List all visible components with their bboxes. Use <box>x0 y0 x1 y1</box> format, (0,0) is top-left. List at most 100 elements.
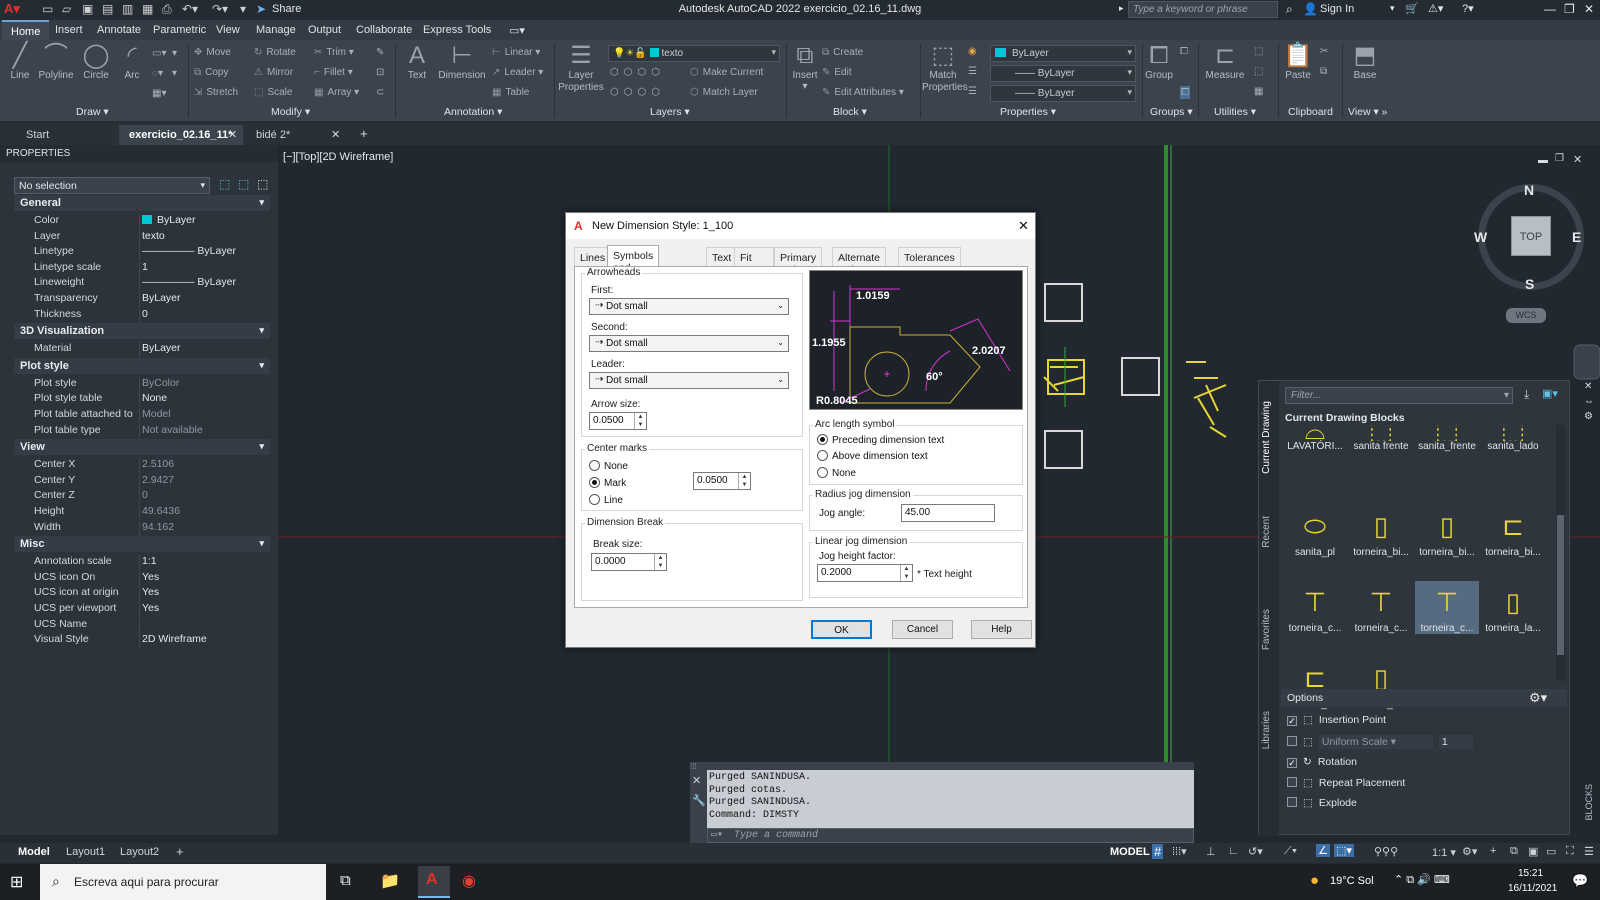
close-tab-icon[interactable]: ✕ <box>331 128 340 141</box>
block-item[interactable]: ▯ torneira_la... <box>1481 581 1545 634</box>
weather-text[interactable]: 19°C Sol <box>1330 875 1374 887</box>
workspace-gear-icon[interactable]: ⚙▾ <box>1462 845 1477 858</box>
property-value[interactable]: ByLayer <box>139 342 269 358</box>
spinner-icon[interactable]: ▲ ▼ <box>634 413 646 429</box>
compass-s[interactable]: S <box>1525 276 1534 292</box>
property-row[interactable]: Material ByLayer <box>14 340 270 358</box>
dtab-primary-units[interactable]: Primary Units <box>774 247 823 276</box>
draw-extra-1-icon[interactable]: ▾ <box>172 48 177 59</box>
insert-button[interactable]: ⧉ Insert ▾ <box>790 42 820 92</box>
fullscreen-icon[interactable]: ⛶ <box>1566 845 1574 858</box>
view-panel-title[interactable]: View ▾ » <box>1348 106 1388 122</box>
search-icon[interactable]: ⌕ <box>1286 2 1293 17</box>
command-close-icon[interactable]: ✕ <box>692 774 701 787</box>
dtab-tolerances[interactable]: Tolerances <box>898 247 961 266</box>
copy-button[interactable]: ⧉ Copy <box>194 67 229 78</box>
leader-button[interactable]: ↗ Leader ▾ <box>492 67 543 78</box>
side-tab-libraries[interactable]: Libraries <box>1261 711 1272 749</box>
measure-button[interactable]: ⊏ Measure <box>1204 42 1246 81</box>
edit-block-button[interactable]: ✎ Edit <box>822 67 852 78</box>
jog-angle-input[interactable]: 45.00 <box>901 504 995 522</box>
category-header[interactable]: General ▾ <box>14 195 270 211</box>
center-none-radio[interactable]: None <box>589 460 628 472</box>
uniform-scale-dropdown[interactable]: Uniform Scale ▾ <box>1318 735 1433 749</box>
sign-in-button[interactable]: Sign In <box>1320 3 1354 15</box>
tray-icons[interactable]: ⌃ ⧉ 🔊 ⌨ <box>1394 873 1450 887</box>
expand-search-icon[interactable]: ▸ <box>1119 3 1124 14</box>
block-item[interactable]: ⊤ torneira_c... <box>1283 581 1347 634</box>
import-blocks-icon[interactable]: ⤓ <box>1524 387 1529 402</box>
properties-panel-title[interactable]: Properties ▾ <box>1000 106 1056 122</box>
dialog-close-icon[interactable]: ✕ <box>1018 218 1029 234</box>
units-icon[interactable]: ⧉ <box>1510 845 1518 858</box>
property-row[interactable]: Width 94.162 <box>14 519 270 536</box>
cut-icon[interactable]: ✂ <box>1320 46 1328 57</box>
base-button[interactable]: ⬒ Base <box>1348 42 1382 81</box>
tab-manage[interactable]: Manage <box>247 20 305 40</box>
clipboard-panel-title[interactable]: Clipboard <box>1288 106 1333 122</box>
ungroup-icon[interactable]: ⧠ <box>1180 46 1188 57</box>
property-row[interactable]: Center X 2.5106 <box>14 456 270 474</box>
wcs-menu[interactable]: WCS <box>1506 308 1546 323</box>
draw-panel-title[interactable]: Draw ▾ <box>76 106 109 122</box>
property-row[interactable]: Thickness 0 <box>14 306 270 323</box>
mirror-button[interactable]: ⚠ Mirror <box>254 67 293 78</box>
offset-icon[interactable]: ⊂ <box>376 87 384 98</box>
draw-extra-2-icon[interactable]: ▾ <box>172 68 177 79</box>
tab-view[interactable]: View <box>207 20 249 40</box>
erase-icon[interactable]: ✎ <box>376 47 384 58</box>
ortho-icon[interactable]: ∟ <box>1228 845 1239 857</box>
center-mark-size-input[interactable]: 0.0500 ▲ ▼ <box>693 472 751 490</box>
ribbon-minimize-icon[interactable]: ▭▾ <box>500 20 534 40</box>
block-item[interactable]: ▯ torneira_bi... <box>1349 505 1413 558</box>
dtab-fit[interactable]: Fit <box>734 247 774 266</box>
tab-insert[interactable]: Insert <box>46 20 92 40</box>
collapse-icon[interactable]: ▾ <box>259 197 264 208</box>
arc-button[interactable]: ◜ Arc <box>118 42 146 81</box>
leader-arrow-dropdown[interactable]: ⇢ Dot small ⌄ <box>589 372 789 389</box>
rotate-button[interactable]: ↻ Rotate <box>254 47 296 58</box>
text-button[interactable]: A Text <box>400 42 434 81</box>
layout-tab-layout1[interactable]: Layout1 <box>58 846 113 858</box>
property-row[interactable]: Annotation scale 1:1 <box>14 553 270 571</box>
close-tab-icon[interactable]: ✕ <box>228 128 237 141</box>
property-value[interactable]: 0 <box>139 307 269 323</box>
property-row[interactable]: Visual Style 2D Wireframe <box>14 631 270 649</box>
color-wheel-icon[interactable]: ◉ <box>968 46 977 57</box>
tab-annotate[interactable]: Annotate <box>88 20 150 40</box>
insertion-point-option[interactable]: ✓ ⬚ Insertion Point <box>1287 714 1386 726</box>
property-row[interactable]: Transparency ByLayer <box>14 290 270 307</box>
customize-status-icon[interactable]: ☰ <box>1584 845 1594 858</box>
stretch-button[interactable]: ⇲ Stretch <box>194 87 238 98</box>
paste-button[interactable]: 📋 Paste <box>1282 42 1314 81</box>
annotation-panel-title[interactable]: Annotation ▾ <box>444 106 502 122</box>
selection-dropdown[interactable]: No selection ▾ <box>14 177 210 194</box>
options-gear-icon[interactable]: ⚙▾ <box>1529 690 1547 706</box>
side-tab-recent[interactable]: Recent <box>1261 516 1272 548</box>
help-search-input[interactable]: Type a keyword or phrase <box>1128 1 1278 18</box>
collapse-icon[interactable]: ▾ <box>259 360 264 371</box>
property-row[interactable]: Plot table attached to Model <box>14 406 270 423</box>
quick-properties-icon[interactable]: ▣ <box>1528 845 1538 858</box>
spinner-icon[interactable]: ▲ ▼ <box>738 473 750 489</box>
property-row[interactable]: Lineweight ————— ByLayer <box>14 274 270 292</box>
isolate-objects-icon[interactable]: ▭ <box>1546 845 1556 858</box>
utility-quick-icon[interactable]: ▦ <box>1254 86 1263 97</box>
sign-in-dropdown-icon[interactable]: ▾ <box>1390 3 1395 14</box>
block-item[interactable]: ▯ torneira_bi... <box>1415 505 1479 558</box>
fillet-button[interactable]: ⌐ Fillet ▾ <box>314 67 353 78</box>
ok-button[interactable]: OK <box>811 620 872 639</box>
help-icon[interactable]: ?▾ <box>1462 2 1474 15</box>
block-item[interactable]: ⊤ torneira_c... <box>1349 581 1413 634</box>
match-properties-button[interactable]: ⬚ Match Properties <box>922 42 968 94</box>
category-header[interactable]: 3D Visualization ▾ <box>14 323 270 340</box>
linetype-dropdown[interactable]: —— ByLayer ▾ <box>990 65 1136 82</box>
help-button[interactable]: Help <box>971 620 1032 639</box>
quick-select-icon[interactable]: ⬚ <box>257 177 268 191</box>
property-row[interactable]: Linetype ————— ByLayer <box>14 243 270 261</box>
move-button[interactable]: ✥ Move <box>194 47 231 58</box>
layer-properties-button[interactable]: ☰ Layer Properties <box>558 42 604 94</box>
layout-tab-model[interactable]: Model <box>10 846 58 858</box>
command-prompt-icon[interactable]: ▭▾ <box>711 829 723 841</box>
modify-panel-title[interactable]: Modify ▾ <box>271 106 310 122</box>
